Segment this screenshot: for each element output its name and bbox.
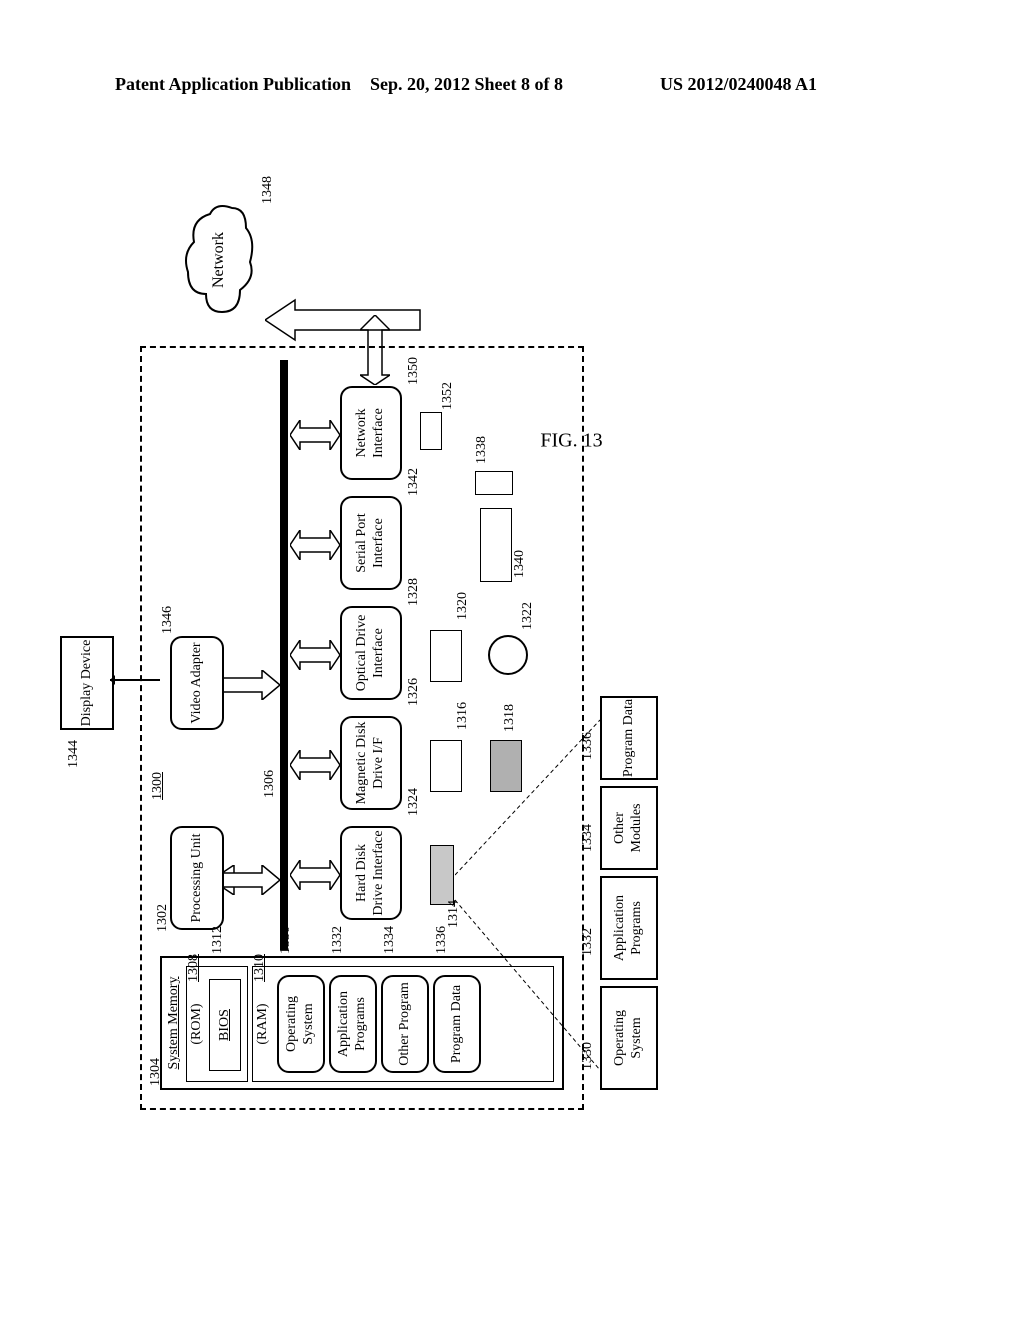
magnetic-disk-interface: Magnetic Disk Drive I/F — [340, 716, 402, 810]
ref-1334a: 1334 — [382, 926, 398, 954]
bus — [280, 360, 288, 950]
pointing-device — [475, 471, 513, 495]
ref-1352: 1352 — [440, 382, 456, 410]
hard-disk-drive — [430, 845, 454, 905]
rom-label: (ROM) — [189, 967, 206, 1081]
header-pub: Patent Application Publication — [115, 74, 351, 95]
modem-cloud-arrow — [265, 290, 425, 350]
ref-1310: 1310 — [252, 954, 268, 982]
ref-1332a: 1332 — [330, 926, 346, 954]
ref-1330: 1330 — [278, 926, 294, 954]
ref-1318: 1318 — [502, 704, 518, 732]
ram-label: (RAM) — [255, 967, 272, 1081]
ref-1314: 1314 — [446, 900, 462, 928]
rom-block: (ROM) BIOS — [186, 966, 248, 1082]
net-bus-arrow — [290, 420, 340, 450]
display-device: Display Device — [60, 636, 114, 730]
ref-1312: 1312 — [210, 926, 226, 954]
optical-drive-interface: Optical Drive Interface — [340, 606, 402, 700]
optical-disc-media — [488, 635, 528, 675]
opt-bus-arrow — [290, 640, 340, 670]
hdd-bus-arrow — [290, 860, 340, 890]
proc-bus-arrow — [222, 865, 282, 895]
optical-disk-drive — [430, 630, 462, 682]
system-memory-title: System Memory — [166, 958, 183, 1088]
ref-1340: 1340 — [512, 550, 528, 578]
video-adapter: Video Adapter — [170, 636, 224, 730]
bios-block: BIOS — [209, 979, 241, 1071]
ref-1342: 1342 — [406, 468, 422, 496]
figure-label: FIG. 13 — [540, 430, 602, 453]
ram-app: Application Programs — [329, 975, 377, 1073]
ref-1320: 1320 — [455, 592, 471, 620]
ref-1336b: 1336 — [580, 732, 596, 760]
ref-1306: 1306 — [262, 770, 278, 798]
ref-1330b: 1330 — [580, 1042, 596, 1070]
network-interface: Network Interface — [340, 386, 402, 480]
ref-1348: 1348 — [260, 176, 276, 204]
display-arrow — [110, 670, 170, 690]
ref-1302: 1302 — [155, 904, 171, 932]
serial-port-interface: Serial Port Interface — [340, 496, 402, 590]
header-sheet: Sep. 20, 2012 Sheet 8 of 8 — [370, 74, 563, 95]
ref-1316: 1316 — [455, 702, 471, 730]
video-bus-arrow — [222, 670, 282, 700]
ref-1322: 1322 — [520, 602, 536, 630]
storage-dashed-lines — [455, 710, 605, 1080]
ref-1350: 1350 — [406, 357, 422, 385]
ref-1326: 1326 — [406, 678, 422, 706]
stored-progdata: Program Data — [600, 696, 658, 780]
ref-1332b: 1332 — [580, 928, 596, 956]
ref-1328: 1328 — [406, 578, 422, 606]
ref-1308: 1308 — [186, 954, 202, 982]
ref-1336a: 1336 — [434, 926, 450, 954]
network-cloud: Network — [180, 200, 260, 320]
serial-bus-arrow — [290, 530, 340, 560]
ref-1338: 1338 — [474, 436, 490, 464]
hdd-interface: Hard Disk Drive Interface — [340, 826, 402, 920]
stored-app: Application Programs — [600, 876, 658, 980]
header-pubno: US 2012/0240048 A1 — [660, 74, 817, 95]
ram-other: Other Program — [381, 975, 429, 1073]
processing-unit: Processing Unit — [170, 826, 224, 930]
ref-1334b: 1334 — [580, 824, 596, 852]
diagram: System Memory (ROM) BIOS (RAM) Operating… — [0, 290, 960, 1050]
keyboard-device — [480, 508, 512, 582]
modem-device — [420, 412, 442, 450]
ref-1346: 1346 — [160, 606, 176, 634]
ref-1300: 1300 — [150, 772, 166, 800]
stored-other: Other Modules — [600, 786, 658, 870]
ref-1344: 1344 — [66, 740, 82, 768]
ram-os: Operating System — [277, 975, 325, 1073]
ref-1304: 1304 — [148, 1058, 164, 1086]
network-label: Network — [210, 200, 228, 320]
mag-bus-arrow — [290, 750, 340, 780]
ref-1324: 1324 — [406, 788, 422, 816]
stored-os: Operating System — [600, 986, 658, 1090]
